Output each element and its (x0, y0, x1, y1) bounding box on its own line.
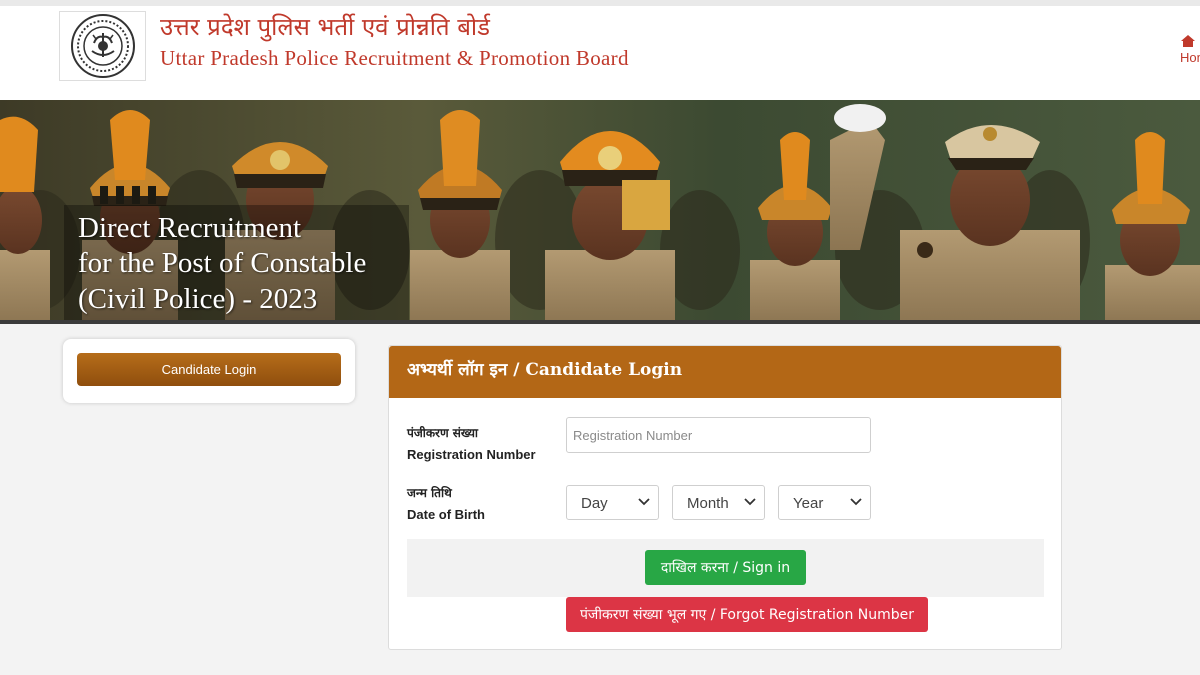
board-title-hindi: उत्तर प्रदेश पुलिस भर्ती एवं प्रोन्नति ब… (160, 13, 490, 41)
board-title-english: Uttar Pradesh Police Recruitment & Promo… (160, 46, 629, 70)
up-police-emblem-logo[interactable] (59, 11, 146, 81)
forgot-registration-number-button[interactable]: पंजीकरण संख्या भूल गए / Forgot Registrat… (566, 597, 928, 632)
emblem-icon (70, 14, 135, 78)
chevron-down-icon (850, 498, 862, 506)
dob-label-english: Date of Birth (407, 507, 485, 522)
site-header: उत्तर प्रदेश पुलिस भर्ती एवं प्रोन्नति ब… (0, 0, 1200, 100)
login-form-header: अभ्यर्थी लॉग इन / Candidate Login (389, 346, 1061, 398)
home-link[interactable]: Home (1180, 34, 1200, 65)
home-icon (1180, 34, 1200, 48)
dob-month-value: Month (687, 495, 729, 512)
dob-day-select[interactable]: Day (566, 485, 659, 520)
registration-number-input[interactable] (566, 417, 871, 453)
date-of-birth-label: जन्म तिथि Date of Birth (407, 483, 485, 525)
registration-label-hindi: पंजीकरण संख्या (407, 426, 479, 440)
login-form-title: अभ्यर्थी लॉग इन / Candidate Login (407, 360, 683, 380)
candidate-login-form: अभ्यर्थी लॉग इन / Candidate Login पंजीकर… (388, 345, 1062, 650)
dob-day-value: Day (581, 495, 608, 512)
dob-month-select[interactable]: Month (672, 485, 765, 520)
registration-label-english: Registration Number (407, 447, 536, 462)
dob-year-value: Year (793, 495, 824, 512)
chevron-down-icon (638, 498, 650, 506)
candidate-login-nav-button[interactable]: Candidate Login (77, 353, 341, 386)
chevron-down-icon (744, 498, 756, 506)
dob-label-hindi: जन्म तिथि (407, 486, 452, 500)
home-link-label: Home (1180, 50, 1200, 65)
banner-title-line-1: Direct Recruitment (78, 212, 302, 244)
banner-title-line-2: for the Post of Constable (78, 247, 367, 279)
side-menu-card: Candidate Login (63, 339, 355, 403)
hero-banner: Direct Recruitment for the Post of Const… (0, 100, 1200, 324)
registration-number-label: पंजीकरण संख्या Registration Number (407, 423, 536, 465)
banner-title-line-3: (Civil Police) - 2023 (78, 283, 318, 315)
sign-in-button[interactable]: दाखिल करना / Sign in (645, 550, 806, 585)
dob-year-select[interactable]: Year (778, 485, 871, 520)
